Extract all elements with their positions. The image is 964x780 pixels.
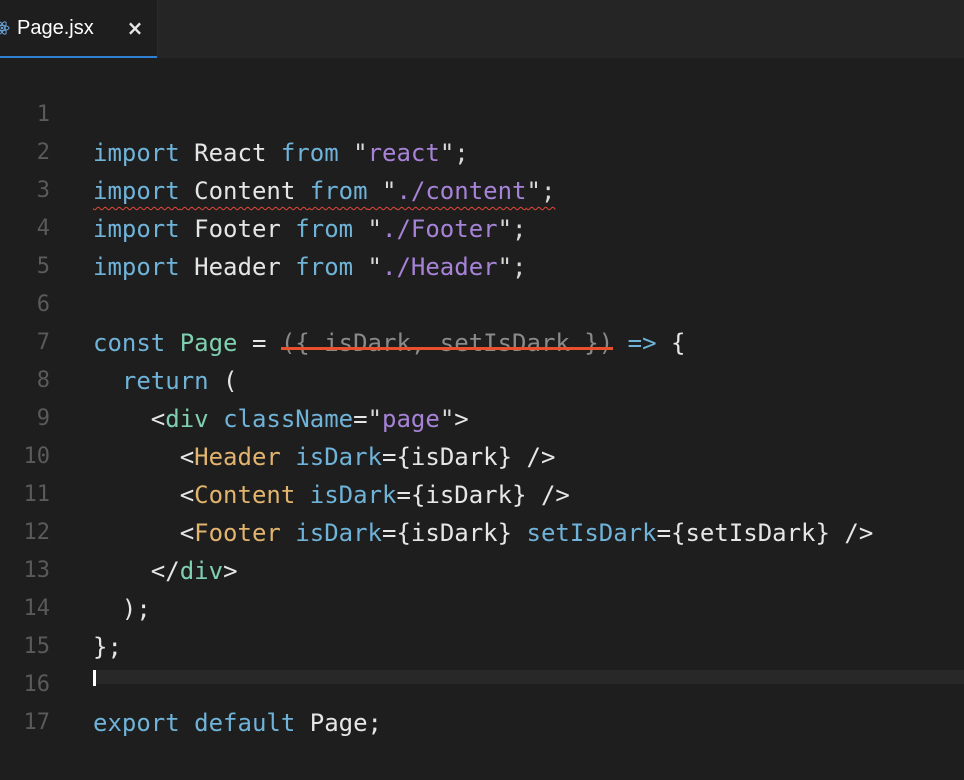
react-icon: [0, 21, 10, 35]
code-line: 12 </div>: [0, 476, 964, 585]
tab-page-jsx[interactable]: Page.jsx ×: [0, 0, 158, 58]
tab-bar: Page.jsx ×: [0, 0, 964, 58]
code-line: 13 );: [0, 514, 964, 623]
code-line: 5: [0, 210, 964, 279]
code-line: 8 <div className="page">: [0, 324, 964, 433]
code-line: 1 import React from "react";: [0, 58, 964, 167]
code-line: 2 import Content from "./content";: [0, 96, 964, 205]
tab-label: Page.jsx: [17, 17, 94, 39]
code-line: 16 export default Page;: [0, 628, 964, 737]
code-line: 10 <Content isDark={isDark} />: [0, 400, 964, 509]
code-line: 7 return (: [0, 286, 964, 395]
identifier: Page;: [295, 709, 383, 737]
code-line: 3 import Footer from "./Footer";: [0, 134, 964, 243]
line-code: export default Page;: [93, 704, 382, 742]
code-line: 9 <Header isDark={isDark} />: [0, 362, 964, 471]
code-line: 6 const Page = ({ isDark, setIsDark }) =…: [0, 248, 964, 357]
code-line: 4 import Header from "./Header";: [0, 172, 964, 281]
keyword: default: [194, 709, 296, 737]
keyword: export: [93, 709, 180, 737]
line-number: 17: [23, 710, 51, 735]
code-line: 15: [0, 590, 964, 659]
code-line: 11 <Footer isDark={isDark} setIsDark={se…: [0, 438, 964, 547]
code-line: 14 };: [0, 552, 964, 661]
close-icon[interactable]: ×: [125, 17, 145, 39]
code-line: 17: [0, 666, 964, 735]
code-editor[interactable]: 1 import React from "react"; 2 import Co…: [0, 58, 964, 737]
